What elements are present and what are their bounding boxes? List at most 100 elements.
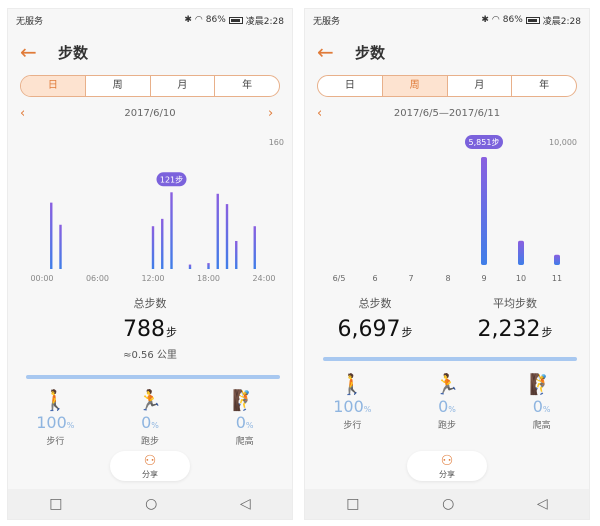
total-steps-label: 总步数: [358, 297, 392, 310]
share-label: 分享: [439, 470, 455, 479]
walk-label: 步行: [46, 437, 65, 447]
period-tabs: 日 周 月 年: [317, 75, 577, 97]
status-bar: 无服务 ✱ ◠ 86% 凌晨2:28: [305, 9, 589, 31]
tab-day[interactable]: 日: [21, 76, 86, 96]
y-max-label: 160: [269, 138, 284, 147]
x-tick-label: 00:00: [30, 274, 53, 283]
activity-walk: 🚶 100% 步行: [20, 389, 90, 447]
tab-year[interactable]: 年: [512, 76, 576, 96]
x-tick-label: 12:00: [141, 274, 164, 283]
bar: [216, 193, 219, 269]
share-icon: ⚇: [143, 453, 157, 469]
home-circle-icon[interactable]: ○: [145, 496, 157, 512]
walk-percent: 100: [36, 413, 67, 432]
back-triangle-icon[interactable]: ◁: [240, 496, 251, 512]
share-button[interactable]: ⚇ 分享: [407, 451, 487, 481]
climb-label: 爬高: [532, 421, 551, 431]
recents-square-icon[interactable]: □: [49, 496, 62, 512]
phone-week-view: 无服务 ✱ ◠ 86% 凌晨2:28 ← 步数 日 周 月 年 ‹ 2017/6…: [304, 8, 590, 520]
walk-label: 步行: [343, 421, 362, 431]
phone-day-view: 无服务 ✱ ◠ 86% 凌晨2:28 ← 步数 日 周 月 年 ‹ 2017/6…: [7, 8, 293, 520]
climb-icon: 🧗: [232, 388, 258, 412]
bar: [253, 226, 256, 269]
x-tick-label: 9: [481, 274, 486, 283]
date-navigator: ‹ 2017/6/10 ›: [20, 105, 280, 121]
run-icon: 🏃: [137, 388, 163, 412]
average-steps-value: 2,232: [477, 317, 541, 342]
prev-date-chevron-icon[interactable]: ‹: [317, 106, 329, 121]
hourly-steps-chart[interactable]: 160 00:00 06:00 12:00 18:00 24:00 121步: [8, 127, 293, 287]
back-triangle-icon[interactable]: ◁: [537, 496, 548, 512]
run-percent: 0: [438, 397, 449, 416]
bar: [481, 157, 487, 265]
home-circle-icon[interactable]: ○: [442, 496, 454, 512]
bar: [188, 264, 192, 269]
page-title: 步数: [355, 43, 386, 62]
back-arrow-icon[interactable]: ←: [317, 42, 341, 62]
run-percent: 0: [141, 413, 152, 432]
tab-week[interactable]: 周: [86, 76, 151, 96]
bar: [151, 226, 155, 269]
share-label: 分享: [142, 470, 158, 479]
prev-date-chevron-icon[interactable]: ‹: [20, 106, 32, 121]
tab-month[interactable]: 月: [448, 76, 513, 96]
x-tick-label: 11: [552, 274, 562, 283]
bar: [59, 224, 62, 269]
activity-breakdown: 🚶 100% 步行 🏃 0% 跑步 🧗 0% 爬高: [305, 373, 589, 431]
x-tick-label: 8: [445, 274, 450, 283]
bar: [235, 240, 238, 269]
battery-percent: 86%: [502, 15, 523, 25]
period-tabs: 日 周 月 年: [20, 75, 280, 97]
wifi-icon: ◠: [194, 15, 203, 25]
activity-walk: 🚶 100% 步行: [317, 373, 387, 431]
activity-run: 🏃 0% 跑步: [115, 389, 185, 447]
carrier-text: 无服务: [16, 16, 44, 27]
recents-square-icon[interactable]: □: [346, 496, 359, 512]
screenshot-stage: 无服务 ✱ ◠ 86% 凌晨2:28 ← 步数 日 周 月 年 ‹ 2017/6…: [0, 0, 600, 526]
tab-day[interactable]: 日: [318, 76, 383, 96]
total-steps-unit: 步: [166, 326, 177, 339]
x-tick-label: 18:00: [197, 274, 220, 283]
x-tick-label: 06:00: [86, 274, 109, 283]
bar: [207, 263, 210, 269]
carrier-text: 无服务: [313, 16, 341, 27]
page-title: 步数: [58, 43, 89, 62]
bar: [50, 202, 53, 269]
climb-icon: 🧗: [529, 372, 555, 396]
tab-week[interactable]: 周: [382, 76, 448, 96]
share-button[interactable]: ⚇ 分享: [110, 451, 190, 481]
tooltip-text: 121步: [160, 175, 183, 184]
activity-climb: 🧗 0% 爬高: [210, 389, 280, 447]
daily-steps-chart[interactable]: 10,000 6/5 6 7 8 9 10 11 5,851步: [305, 127, 590, 287]
back-arrow-icon[interactable]: ←: [20, 42, 44, 62]
bar: [554, 254, 560, 265]
walk-percent: 100: [333, 397, 364, 416]
wifi-icon: ◠: [491, 15, 500, 25]
total-steps-label: 总步数: [133, 297, 167, 310]
clock-time: 凌晨2:28: [542, 16, 581, 27]
activity-climb: 🧗 0% 爬高: [507, 373, 577, 431]
battery-percent: 86%: [205, 15, 226, 25]
current-date: 2017/6/10: [124, 107, 176, 119]
run-label: 跑步: [140, 437, 159, 447]
system-nav-bar: □ ○ ◁: [8, 489, 292, 519]
walk-icon: 🚶: [42, 388, 68, 412]
tab-year[interactable]: 年: [215, 76, 279, 96]
bluetooth-icon: ✱: [184, 15, 192, 25]
next-date-chevron-icon[interactable]: ›: [268, 106, 280, 121]
average-steps-label: 平均步数: [493, 297, 537, 310]
bar: [225, 204, 229, 269]
climb-label: 爬高: [235, 437, 254, 447]
distance-text: ≈0.56 公里: [123, 350, 177, 361]
current-date-range: 2017/6/5—2017/6/11: [393, 107, 501, 119]
tooltip-text: 5,851步: [469, 138, 500, 147]
total-steps-value: 6,697: [337, 317, 401, 342]
run-icon: 🏃: [434, 372, 460, 396]
run-label: 跑步: [437, 421, 456, 431]
summary-divider: [323, 357, 577, 361]
tab-month[interactable]: 月: [151, 76, 216, 96]
share-icon: ⚇: [440, 453, 454, 469]
x-tick-label: 7: [408, 274, 413, 283]
app-header: ← 步数: [305, 37, 589, 67]
climb-percent: 0: [235, 413, 246, 432]
